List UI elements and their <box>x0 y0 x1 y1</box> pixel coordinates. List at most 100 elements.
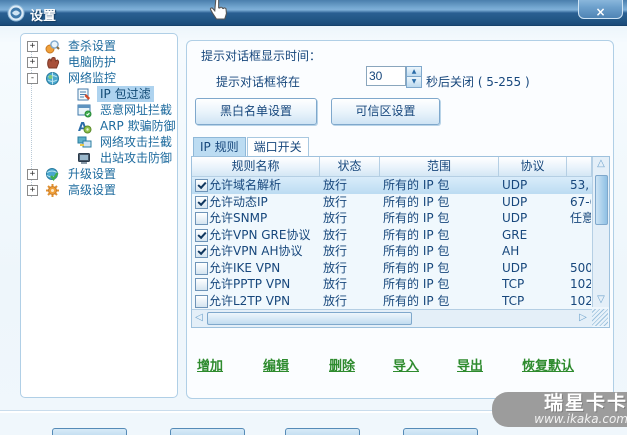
cell-extra: 1024 <box>570 293 591 308</box>
cell-status: 放行 <box>323 194 348 209</box>
cell-status: 放行 <box>323 293 348 308</box>
column-header-4[interactable] <box>567 157 592 177</box>
cell-extra <box>570 227 591 244</box>
cell-protocol: AH <box>502 244 520 258</box>
dialog-time-title: 提示对话框显示时间： <box>201 49 322 63</box>
table-row[interactable]: 允许域名解析 放行 所有的 IP 包 UDP 53, <box>192 177 592 194</box>
tree-item-label[interactable]: IP 包过滤 <box>97 86 154 102</box>
checkbox-unchecked-icon[interactable] <box>195 261 208 275</box>
scroll-left-icon[interactable]: ◁ <box>192 312 206 324</box>
scroll-right-icon[interactable]: ▷ <box>576 312 590 324</box>
computer-protection-icon <box>45 55 60 70</box>
column-header-2[interactable]: 范围 <box>380 157 499 177</box>
collapse-icon[interactable]: - <box>27 73 38 84</box>
scan-settings-icon <box>45 39 60 54</box>
resize-grip[interactable] <box>592 309 608 326</box>
tree-item-label[interactable]: 出站攻击防御 <box>97 150 175 166</box>
tree-item-7[interactable]: 出站攻击防御 <box>21 150 177 166</box>
cell-protocol: UDP <box>502 178 528 192</box>
dialog-button-2[interactable] <box>170 428 245 435</box>
checkbox-checked-icon[interactable] <box>195 195 208 209</box>
table-row[interactable]: 允许IKE VPN 放行 所有的 IP 包 UDP 500, <box>192 259 592 276</box>
tree-item-label[interactable]: 网络攻击拦截 <box>97 134 175 150</box>
expand-icon[interactable]: + <box>27 185 38 196</box>
export-link[interactable]: 导出 <box>457 355 483 374</box>
delete-link[interactable]: 删除 <box>329 355 355 374</box>
checkbox-unchecked-icon[interactable] <box>195 278 208 291</box>
titlebar[interactable]: 设置 × <box>0 0 627 26</box>
close-button[interactable]: × <box>578 0 623 19</box>
add-link[interactable]: 增加 <box>197 355 223 374</box>
blackwhite-list-button[interactable]: 黑白名单设置 <box>195 98 317 125</box>
tree-item-label[interactable]: 查杀设置 <box>65 38 119 54</box>
cell-protocol: TCP <box>502 293 525 308</box>
horizontal-scroll-thumb[interactable] <box>207 312 412 325</box>
checkbox-checked-icon[interactable] <box>195 228 208 242</box>
tree-item-label[interactable]: 网络监控 <box>65 70 119 86</box>
advanced-settings-icon <box>45 183 60 198</box>
tree-item-1[interactable]: + 电脑防护 <box>21 54 177 70</box>
cell-scope: 所有的 IP 包 <box>383 260 450 275</box>
spinner-down-icon[interactable]: ▼ <box>406 76 422 88</box>
scroll-down-icon[interactable]: ▽ <box>593 294 609 306</box>
restore-default-link[interactable]: 恢复默认 <box>522 355 574 374</box>
table-row[interactable]: 允许动态IP 放行 所有的 IP 包 UDP 67-6 <box>192 193 592 210</box>
watermark-brand: 瑞星卡卡 <box>543 392 627 414</box>
expand-icon[interactable]: + <box>27 169 38 180</box>
tree-item-label[interactable]: ARP 欺骗防御 <box>97 118 179 134</box>
tree-item-2[interactable]: - 网络监控 <box>21 70 177 86</box>
dialog-button-4[interactable] <box>403 428 478 435</box>
vertical-scroll-thumb[interactable] <box>595 175 608 225</box>
tree-item-5[interactable]: A ARP 欺骗防御 <box>21 118 177 134</box>
column-header-1[interactable]: 状态 <box>320 157 380 177</box>
tree-item-label[interactable]: 高级设置 <box>65 182 119 198</box>
window-title: 设置 <box>30 9 57 24</box>
timeout-input[interactable] <box>366 66 406 86</box>
table-row[interactable]: 允许VPN AH协议 放行 所有的 IP 包 AH <box>192 243 592 260</box>
checkbox-checked-icon[interactable] <box>195 245 208 258</box>
cell-name: 允许VPN AH协议 <box>209 244 303 258</box>
table-body: 允许域名解析 放行 所有的 IP 包 UDP 53, 允许动态IP 放行 所有的 IP 包 UD… <box>192 177 592 309</box>
tree-item-4[interactable]: 恶意网址拦截 <box>21 102 177 118</box>
tree-item-3[interactable]: IP 包过滤 <box>21 86 177 102</box>
table-row[interactable]: 允许SNMP 放行 所有的 IP 包 UDP 任意 <box>192 210 592 227</box>
tree-item-8[interactable]: + 升级设置 <box>21 166 177 182</box>
tree-item-label[interactable]: 升级设置 <box>65 166 119 182</box>
cell-status: 放行 <box>323 277 348 291</box>
table-row[interactable]: 允许VPN GRE协议 放行 所有的 IP 包 GRE <box>192 226 592 244</box>
dialog-button-3[interactable] <box>285 428 360 435</box>
watermark-site: www.ikaka.com <box>534 412 627 426</box>
tree-item-label[interactable]: 电脑防护 <box>65 54 119 70</box>
timeout-spinner: ▲ ▼ <box>406 66 422 88</box>
tab-port-switch[interactable]: 端口开关 <box>246 137 309 156</box>
cell-status: 放行 <box>323 260 348 275</box>
tree-item-9[interactable]: + 高级设置 <box>21 182 177 198</box>
expand-icon[interactable]: + <box>27 41 38 52</box>
dialog-button-1[interactable] <box>52 428 127 435</box>
checkbox-checked-icon[interactable] <box>195 179 208 192</box>
cell-extra: 1024 <box>570 277 591 291</box>
column-header-3[interactable]: 协议 <box>499 157 567 177</box>
vertical-scrollbar[interactable]: △ ▽ <box>592 157 609 307</box>
cell-name: 允许L2TP VPN <box>209 293 291 308</box>
import-link[interactable]: 导入 <box>393 355 419 374</box>
expand-icon[interactable]: + <box>27 57 38 68</box>
cell-extra: 任意 <box>570 211 591 225</box>
edit-link[interactable]: 编辑 <box>263 355 289 374</box>
tree-item-label[interactable]: 恶意网址拦截 <box>97 102 175 118</box>
scroll-up-icon[interactable]: △ <box>593 158 609 170</box>
table-row[interactable]: 允许L2TP VPN 放行 所有的 IP 包 TCP 1024 <box>192 292 592 309</box>
ip-rules-table: 规则名称 状态 范围 协议 允许域名解析 放行 所有的 IP 包 UDP 53, 允许动态IP 放… <box>191 156 610 328</box>
cell-extra: 500, <box>570 260 591 275</box>
table-row[interactable]: 允许PPTP VPN 放行 所有的 IP 包 TCP 1024 <box>192 276 592 293</box>
tree-item-6[interactable]: 网络攻击拦截 <box>21 134 177 150</box>
horizontal-scrollbar[interactable]: ◁ ▷ <box>192 309 592 327</box>
column-header-0[interactable]: 规则名称 <box>192 157 320 177</box>
tree-item-0[interactable]: + 查杀设置 <box>21 38 177 54</box>
trusted-zone-button[interactable]: 可信区设置 <box>331 98 440 125</box>
checkbox-unchecked-icon[interactable] <box>195 294 208 308</box>
checkbox-unchecked-icon[interactable] <box>195 212 208 225</box>
hand-cursor-icon <box>209 0 227 20</box>
tab-ip-rules[interactable]: IP 规则 <box>193 137 246 156</box>
outbound-defense-icon <box>77 151 92 166</box>
